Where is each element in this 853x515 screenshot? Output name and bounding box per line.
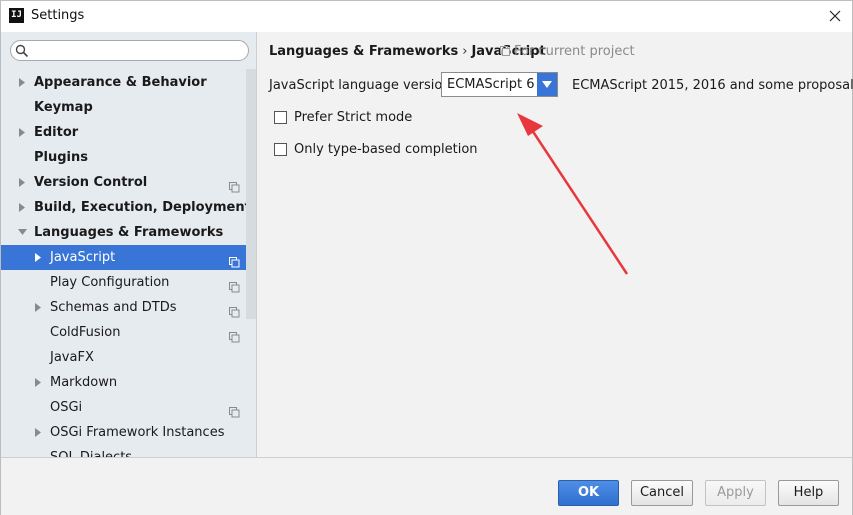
tree-collapsed-arrow-icon[interactable] <box>34 295 44 320</box>
sidebar-item[interactable]: Build, Execution, Deployment <box>1 195 256 220</box>
window-title: Settings <box>31 8 85 23</box>
prefer-strict-mode-checkbox[interactable] <box>274 111 287 124</box>
sidebar-item[interactable]: Appearance & Behavior <box>1 70 256 95</box>
breadcrumb-parent: Languages & Frameworks <box>269 44 459 59</box>
tree-collapsed-arrow-icon[interactable] <box>34 245 44 270</box>
sidebar-item-label: JavaScript <box>50 250 116 265</box>
project-settings-icon <box>229 302 240 318</box>
search-input[interactable] <box>33 42 243 59</box>
help-button[interactable]: Help <box>778 480 839 506</box>
settings-content: Languages & Frameworks›JavaScript For cu… <box>258 32 853 457</box>
project-settings-icon <box>229 177 240 193</box>
language-version-select[interactable]: ECMAScript 6 <box>441 72 558 97</box>
sidebar-item-label: Appearance & Behavior <box>34 75 207 90</box>
settings-window: IJ Settings Appearance & Behavior Keymap E… <box>0 0 853 515</box>
project-settings-icon <box>229 402 240 418</box>
sidebar-item-label: Languages & Frameworks <box>34 225 224 240</box>
sidebar-item-label: Version Control <box>34 175 148 190</box>
sidebar-item-label: ColdFusion <box>50 325 121 340</box>
search-box[interactable] <box>10 40 249 61</box>
settings-tree: Appearance & Behavior Keymap Editor Plugins… <box>1 70 256 457</box>
type-based-completion-label: Only type-based completion <box>294 142 478 157</box>
tree-collapsed-arrow-icon[interactable] <box>34 370 44 395</box>
language-version-value: ECMAScript 6 <box>447 77 535 92</box>
sidebar-item-label: Keymap <box>34 100 93 115</box>
sidebar-item[interactable]: SQL Dialects <box>1 445 256 457</box>
sidebar-item[interactable]: Keymap <box>1 95 256 120</box>
sidebar-item[interactable]: Play Configuration <box>1 270 256 295</box>
dialog-button-bar: OK Cancel Apply Help <box>1 457 852 515</box>
prefer-strict-mode-label: Prefer Strict mode <box>294 110 413 125</box>
sidebar-item[interactable]: Markdown <box>1 370 256 395</box>
sidebar-item[interactable]: Schemas and DTDs <box>1 295 256 320</box>
close-button[interactable] <box>822 4 848 28</box>
sidebar-scrollbar[interactable] <box>246 69 256 319</box>
sidebar-item-label: OSGi Framework Instances <box>50 425 225 440</box>
sidebar-item[interactable]: ColdFusion <box>1 320 256 345</box>
sidebar-item-label: Schemas and DTDs <box>50 300 177 315</box>
close-icon <box>829 10 841 22</box>
language-version-label: JavaScript language version <box>269 78 451 93</box>
breadcrumb-separator: › <box>462 44 468 59</box>
sidebar-item[interactable]: Version Control <box>1 170 256 195</box>
sidebar-item[interactable]: Plugins <box>1 145 256 170</box>
project-settings-icon <box>229 277 240 293</box>
sidebar-item[interactable]: OSGi Framework Instances <box>1 420 256 445</box>
sidebar-item[interactable]: JavaFX <box>1 345 256 370</box>
project-scope-label: For current project <box>500 44 635 59</box>
tree-collapsed-arrow-icon[interactable] <box>18 70 28 95</box>
tree-collapsed-arrow-icon[interactable] <box>18 120 28 145</box>
ok-button[interactable]: OK <box>558 480 619 506</box>
project-scope-text: For current project <box>514 44 635 59</box>
sidebar-item[interactable]: Editor <box>1 120 256 145</box>
sidebar-item-label: Plugins <box>34 150 88 165</box>
intellij-app-icon: IJ <box>9 8 24 23</box>
language-version-description: ECMAScript 2015, 2016 and some proposals <box>572 78 853 93</box>
sidebar-item-label: JavaFX <box>50 350 94 365</box>
project-settings-icon <box>229 252 240 268</box>
sidebar-item-label: Editor <box>34 125 79 140</box>
tree-expanded-arrow-icon[interactable] <box>18 220 28 245</box>
sidebar-item-label: Play Configuration <box>50 275 170 290</box>
sidebar-item-label: OSGi <box>50 400 83 415</box>
sidebar-item[interactable]: JavaScript <box>1 245 256 270</box>
dropdown-button[interactable] <box>537 73 557 96</box>
tree-collapsed-arrow-icon[interactable] <box>34 420 44 445</box>
triangle-down-icon <box>542 81 552 88</box>
project-scope-icon <box>500 46 510 56</box>
settings-sidebar: Appearance & Behavior Keymap Editor Plugins… <box>1 32 257 457</box>
tree-collapsed-arrow-icon[interactable] <box>18 170 28 195</box>
project-settings-icon <box>229 327 240 343</box>
apply-button[interactable]: Apply <box>705 480 766 506</box>
sidebar-item-label: Markdown <box>50 375 118 390</box>
cancel-button[interactable]: Cancel <box>631 480 693 506</box>
search-icon <box>15 44 29 58</box>
sidebar-item[interactable]: Languages & Frameworks <box>1 220 256 245</box>
title-bar: IJ Settings <box>1 1 852 32</box>
sidebar-item-label: SQL Dialects <box>50 445 132 457</box>
sidebar-item-label: Build, Execution, Deployment <box>34 200 251 215</box>
sidebar-item[interactable]: OSGi <box>1 395 256 420</box>
type-based-completion-checkbox[interactable] <box>274 143 287 156</box>
tree-collapsed-arrow-icon[interactable] <box>18 195 28 220</box>
